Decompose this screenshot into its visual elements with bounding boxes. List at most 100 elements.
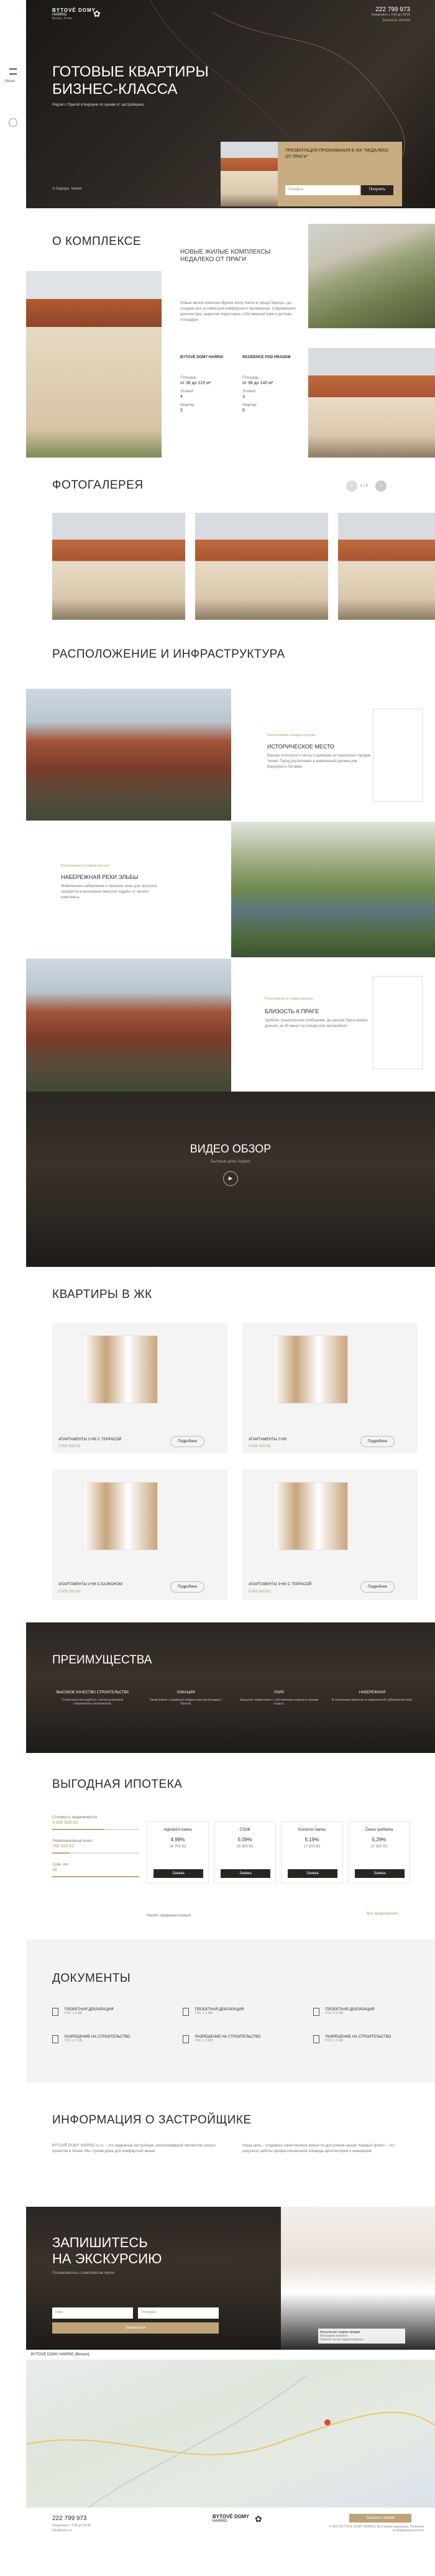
gallery-prev-button[interactable]: ‹ — [346, 481, 357, 492]
apartment-name: АПАРТАМЕНТЫ 2+КК С БАЛКОНОМ — [58, 1583, 122, 1586]
promo-card: ПРЕЗЕНТАЦИЯ ПРОЖИВАНИЯ В ЖК "НЕДАЛЕКО ОТ… — [278, 142, 402, 206]
all-banks-link[interactable]: Все предложения — [367, 1912, 397, 1916]
initial-slider[interactable] — [52, 1852, 139, 1854]
apartment-details-button[interactable]: Подробнее — [360, 1436, 395, 1447]
bank-apply-button[interactable]: Заявка — [221, 1869, 270, 1878]
price-slider[interactable] — [52, 1829, 139, 1830]
document-size: PDF, 0.9 MB — [326, 2012, 344, 2015]
video-section: ВИДЕО ОБЗОР Бытовые дома Харрио ▶ — [26, 1092, 435, 1267]
document-size: PDF, 1.4 MB — [195, 2012, 213, 2015]
excursion-phone-input[interactable]: Телефон — [138, 2307, 219, 2319]
footer-callback-button[interactable]: Заказать звонок — [349, 2514, 411, 2523]
about-logo-2: REZIDENCE POD HRADEM — [242, 356, 291, 359]
document-item[interactable]: ПРОЕКТНАЯ ДЕКЛАРАЦИЯ PDF, 1.4 MB — [183, 2008, 295, 2016]
excursion-title: ЗАПИШИТЕСЬ НА ЭКСКУРСИЮ — [52, 2235, 162, 2267]
stat-label: Площадь — [180, 376, 197, 380]
gallery-next-button[interactable]: › — [375, 481, 387, 492]
bank-rate: 5,09% — [237, 1837, 252, 1842]
document-size: PDF, 1.8 MB — [195, 2039, 213, 2043]
advantage-title: ЛОКАЦИЯ — [176, 1691, 195, 1695]
about-photo-bottom-right — [308, 348, 435, 458]
callback-link[interactable]: Заказать звонок — [336, 19, 410, 22]
excursion-section: ЗАПИШИТЕСЬ НА ЭКСКУРСИЮ Познакомьтесь с … — [26, 2207, 435, 2350]
agent-info: Консультант отдела продаж Менеджер проек… — [318, 2329, 405, 2344]
apartment-card[interactable]: АПАРТАМЕНТЫ 2+КК С БАЛКОНОМ 5 500 000 Kč… — [52, 1470, 227, 1600]
location-heading-3: БЛИЗОСТЬ К ПРАГЕ — [265, 1008, 319, 1014]
term-label: Срок, лет — [52, 1863, 69, 1867]
footer-logo[interactable]: BYTOVÉ DOMY HARRIO — [213, 2514, 249, 2523]
advantage-item: ЛОКАЦИЯ Тихий район с развитой инфрастру… — [145, 1691, 226, 1706]
location-heading-1: ИСТОРИЧЕСКОЕ МЕСТО — [267, 743, 335, 750]
document-item[interactable]: ПРОЕКТНАЯ ДЕКЛАРАЦИЯ PDF, 0.9 MB — [313, 2008, 425, 2016]
floor-plan-image — [273, 1335, 348, 1404]
apartment-card[interactable]: АПАРТАМЕНТЫ 3+КК С ТЕРРАСОЙ 6 900 000 Kč… — [242, 1470, 418, 1600]
about-heading: НОВЫЕ ЖИЛЫЕ КОМПЛЕКСЫ НЕДАЛЕКО ОТ ПРАГИ — [180, 249, 271, 263]
mortgage-calculator: Стоимость недвижимости 3 900 000 Kč Перв… — [52, 1815, 139, 1877]
document-item[interactable]: РАЗРЕШЕНИЕ НА СТРОИТЕЛЬСТВО PDF, 2.1 MB — [52, 2035, 164, 2043]
promo-button[interactable]: Получить — [361, 185, 393, 195]
logo-sub2: Beroun, Praha — [52, 17, 73, 21]
advantage-title: ПАРК — [274, 1691, 284, 1695]
advantages-section: ПРЕИМУЩЕСТВА ВЫСОКОЕ КАЧЕСТВО СТРОИТЕЛЬС… — [26, 1622, 435, 1753]
stat-value: от 38 до 140 м² — [242, 381, 273, 385]
document-item[interactable]: РАЗРЕШЕНИЕ НА СТРОИТЕЛЬСТВО PDF, 1.6 MB — [313, 2035, 425, 2043]
bank-name: Komerční banka — [298, 1828, 326, 1832]
bank-apply-button[interactable]: Заявка — [153, 1869, 203, 1878]
header-logo[interactable]: BYTOVÉ DOMY HARRIO Beroun, Praha — [52, 7, 96, 21]
footer-phone[interactable]: 222 799 973 — [52, 2515, 87, 2522]
bank-rate: 4,99% — [170, 1837, 185, 1842]
gallery-photo[interactable] — [52, 513, 185, 620]
apartment-details-button[interactable]: Подробнее — [170, 1436, 204, 1447]
mortgage-note: Расчёт предварительный — [147, 1914, 191, 1918]
stat: Площадь от 38 до 120 м² — [180, 375, 242, 385]
apartment-details-button[interactable]: Подробнее — [170, 1581, 204, 1593]
bank-apply-button[interactable]: Заявка — [355, 1869, 405, 1878]
excursion-submit-button[interactable]: Записаться — [52, 2322, 219, 2334]
apartment-details-button[interactable]: Подробнее — [360, 1581, 395, 1593]
document-size: PDF, 1.6 MB — [326, 2039, 344, 2043]
gallery-photo[interactable] — [338, 513, 435, 620]
footer-email[interactable]: info@harrio.cz — [52, 2529, 72, 2532]
hero-subtitle: Рядом с Прагой в Бероуне по ценам от зас… — [52, 103, 144, 107]
excursion-name-input[interactable]: Имя — [52, 2307, 133, 2319]
video-title: ВИДЕО ОБЗОР — [190, 1143, 272, 1155]
apartments-title: КВАРТИРЫ В ЖК — [52, 1288, 152, 1301]
advantage-text: Тихий район с развитой инфраструктурой р… — [149, 1698, 222, 1706]
stat: Квартир 6 — [242, 403, 304, 413]
bank-card: ČSOB 5,09% 16 900 Kč Заявка — [214, 1821, 276, 1884]
document-item[interactable]: ПРОЕКТНАЯ ДЕКЛАРАЦИЯ PDF, 1.2 MB — [52, 2008, 164, 2016]
initial-value: 780 000 Kč — [52, 1844, 75, 1849]
excursion-title-line2: НА ЭКСКУРСИЮ — [52, 2251, 162, 2266]
hero-address-text: Бероун, Чехия — [56, 187, 82, 191]
document-item[interactable]: РАЗРЕШЕНИЕ НА СТРОИТЕЛЬСТВО PDF, 1.8 MB — [183, 2035, 295, 2043]
map[interactable]: BYTOVÉ DOMY HARRIO (Beroun) — [26, 2351, 435, 2508]
promo-input[interactable]: Телефон — [285, 185, 360, 195]
advantage-item: ВЫСОКОЕ КАЧЕСТВО СТРОИТЕЛЬСТВА Строитель… — [52, 1691, 133, 1706]
apartment-card[interactable]: АПАРТАМЕНТЫ 2+КК 4 900 000 Kč Подробнее — [242, 1323, 418, 1453]
header-phone[interactable]: 222 799 973 — [336, 6, 410, 13]
menu-icon[interactable] — [9, 68, 17, 75]
gallery-photo[interactable] — [195, 513, 328, 620]
home-icon[interactable] — [9, 118, 17, 127]
stat-label: Этажей — [242, 390, 256, 393]
price-value: 3 900 000 Kč — [52, 1821, 78, 1825]
play-button[interactable]: ▶ — [223, 1171, 238, 1186]
map-pin-icon[interactable] — [324, 2419, 331, 2426]
apartment-price: 6 900 000 Kč — [249, 1590, 271, 1594]
gallery-counter: 1 / 3 — [360, 484, 368, 488]
bank-name: Česká spořitelna — [365, 1828, 393, 1832]
apartment-name: АПАРТАМЕНТЫ 1+КК С ТЕРРАСОЙ — [58, 1438, 122, 1442]
floor-plan-image — [83, 1335, 158, 1404]
bank-name: ČSOB — [239, 1828, 250, 1832]
location-tag-2: Расположение и инфраструктура — [61, 864, 109, 868]
map-roads — [26, 2375, 435, 2508]
advantage-text: Закрытая территория с собственным парком… — [239, 1698, 319, 1706]
excursion-subtitle: Познакомьтесь с комплексом лично — [52, 2271, 115, 2275]
apartment-card[interactable]: АПАРТАМЕНТЫ 1+КК С ТЕРРАСОЙ 3 900 000 Kč… — [52, 1323, 227, 1453]
term-slider[interactable] — [52, 1876, 139, 1877]
stat-label: Этажей — [180, 390, 194, 393]
bank-rate: 5,29% — [372, 1837, 387, 1842]
advantage-item: НАБЕРЕЖНАЯ В нескольких минутах от живоп… — [332, 1691, 413, 1702]
header-contacts: 222 799 973 Ежедневно с 9:00 до 18:00 За… — [336, 6, 410, 22]
bank-apply-button[interactable]: Заявка — [288, 1869, 337, 1878]
